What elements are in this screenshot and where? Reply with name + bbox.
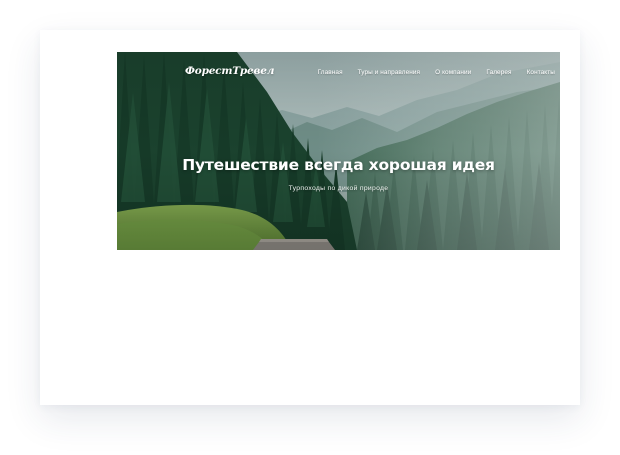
nav-item-contacts[interactable]: Контакты bbox=[527, 69, 555, 76]
main-navigation: Главная Туры и направления О компании Га… bbox=[318, 69, 555, 76]
nav-item-about[interactable]: О компании bbox=[435, 69, 471, 76]
hero-title: Путешествие всегда хорошая идея bbox=[182, 156, 495, 174]
nav-item-tours[interactable]: Туры и направления bbox=[358, 69, 420, 76]
nav-item-home[interactable]: Главная bbox=[318, 69, 343, 76]
hero-banner: ФорестТревел Главная Туры и направления … bbox=[117, 52, 560, 250]
site-logo[interactable]: ФорестТревел bbox=[185, 65, 274, 77]
nav-item-gallery[interactable]: Галерея bbox=[486, 69, 511, 76]
forest-landscape-image bbox=[117, 52, 560, 250]
hero-subtitle: Турпоходы по дикой природе bbox=[288, 185, 389, 192]
